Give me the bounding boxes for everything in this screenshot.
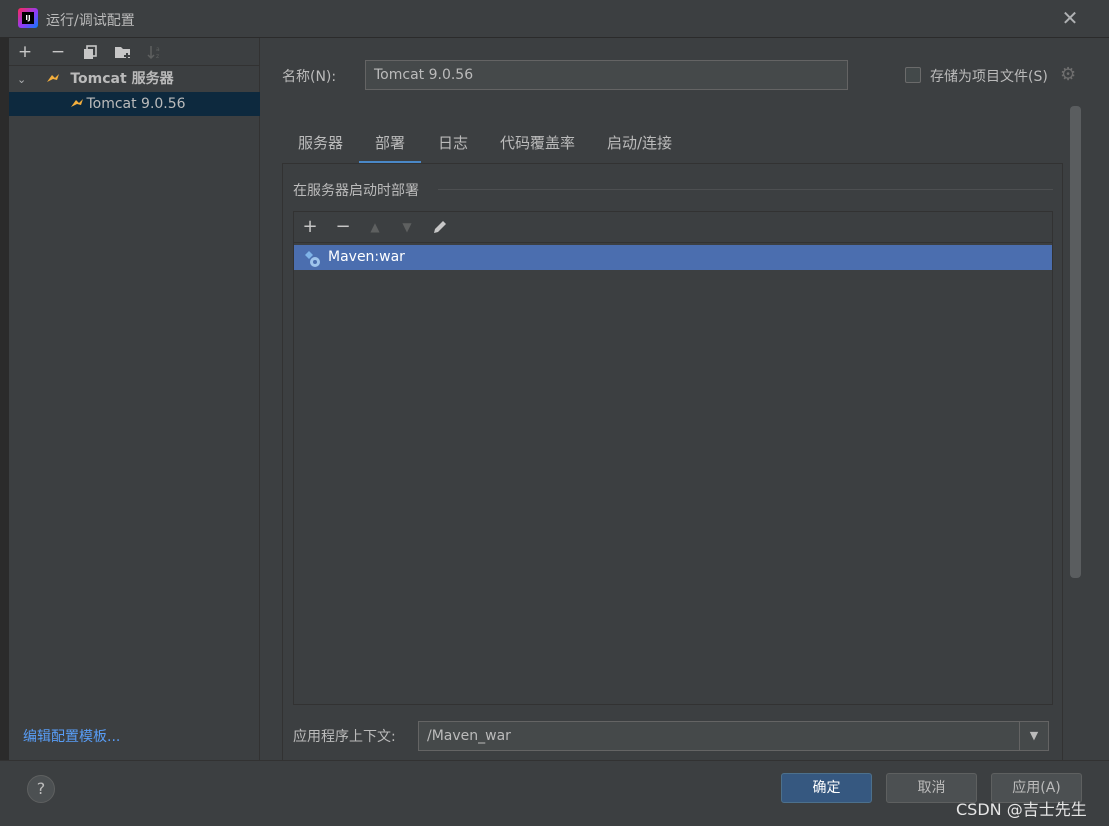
section-title: 在服务器启动时部署 xyxy=(293,183,419,199)
remove-artifact-icon[interactable]: − xyxy=(331,215,355,239)
tomcat-icon xyxy=(46,73,60,83)
tab-startup-connection[interactable]: 启动/连接 xyxy=(591,124,688,164)
store-as-project-file-checkbox[interactable] xyxy=(905,67,921,83)
footer-divider xyxy=(0,760,1109,761)
tomcat-icon xyxy=(70,98,84,108)
new-folder-icon[interactable] xyxy=(111,40,135,64)
tab-deployment[interactable]: 部署 xyxy=(359,124,422,164)
artifact-label: Maven:war xyxy=(328,249,405,265)
tree-item-label: Tomcat 9.0.56 xyxy=(86,96,186,112)
chevron-down-icon[interactable]: ⌄ xyxy=(17,68,31,92)
svg-text:a: a xyxy=(156,46,160,53)
title-bar xyxy=(0,0,1109,38)
tree-group-label: Tomcat 服务器 xyxy=(70,71,174,87)
svg-text:z: z xyxy=(156,53,159,60)
artifact-list-toolbar: + − ▲ ▼ xyxy=(294,212,1052,243)
vertical-scrollbar[interactable] xyxy=(1070,106,1081,578)
tree-item-tomcat-9[interactable]: Tomcat 9.0.56 xyxy=(9,92,260,116)
remove-icon[interactable]: − xyxy=(46,40,70,64)
artifact-list xyxy=(293,211,1053,705)
watermark-text: CSDN @吉士先生 xyxy=(956,800,1087,819)
sort-icon: az xyxy=(143,40,167,64)
window-title: 运行/调试配置 xyxy=(46,13,135,29)
app-icon-text: IJ xyxy=(22,12,34,24)
context-combobox[interactable]: /Maven_war ▼ xyxy=(418,721,1049,751)
name-input[interactable]: Tomcat 9.0.56 xyxy=(365,60,848,90)
artifact-icon xyxy=(304,250,320,267)
add-icon[interactable]: + xyxy=(13,40,37,64)
intellij-logo-icon: IJ xyxy=(18,8,38,28)
store-as-project-file-label[interactable]: 存储为项目文件(S) xyxy=(930,66,1048,86)
section-divider xyxy=(438,189,1053,190)
tree-group-tomcat[interactable]: ⌄ Tomcat 服务器 xyxy=(9,67,260,91)
edit-templates-link[interactable]: 编辑配置模板... xyxy=(23,726,120,746)
name-label: 名称(N): xyxy=(282,69,337,85)
move-down-icon: ▼ xyxy=(402,220,412,234)
context-label: 应用程序上下文: xyxy=(293,729,396,745)
move-up-icon: ▲ xyxy=(370,220,380,234)
sidebar xyxy=(9,38,260,760)
ok-button[interactable]: 确定 xyxy=(781,773,872,803)
gear-icon[interactable]: ⚙ xyxy=(1060,66,1076,84)
context-value[interactable]: /Maven_war xyxy=(427,722,511,750)
help-button[interactable]: ? xyxy=(27,775,55,803)
list-item-artifact[interactable]: Maven:war xyxy=(294,245,1052,270)
edit-pencil-icon[interactable] xyxy=(428,215,452,239)
tab-logs[interactable]: 日志 xyxy=(422,124,484,164)
sidebar-toolbar: + − az xyxy=(9,38,260,66)
add-artifact-icon[interactable]: + xyxy=(298,215,322,239)
tab-code-coverage[interactable]: 代码覆盖率 xyxy=(484,124,591,164)
close-icon[interactable]: ✕ xyxy=(1060,8,1080,28)
chevron-down-icon[interactable]: ▼ xyxy=(1019,722,1048,750)
tab-server[interactable]: 服务器 xyxy=(282,124,359,164)
copy-icon[interactable] xyxy=(78,40,102,64)
left-frame-edge xyxy=(0,38,9,760)
